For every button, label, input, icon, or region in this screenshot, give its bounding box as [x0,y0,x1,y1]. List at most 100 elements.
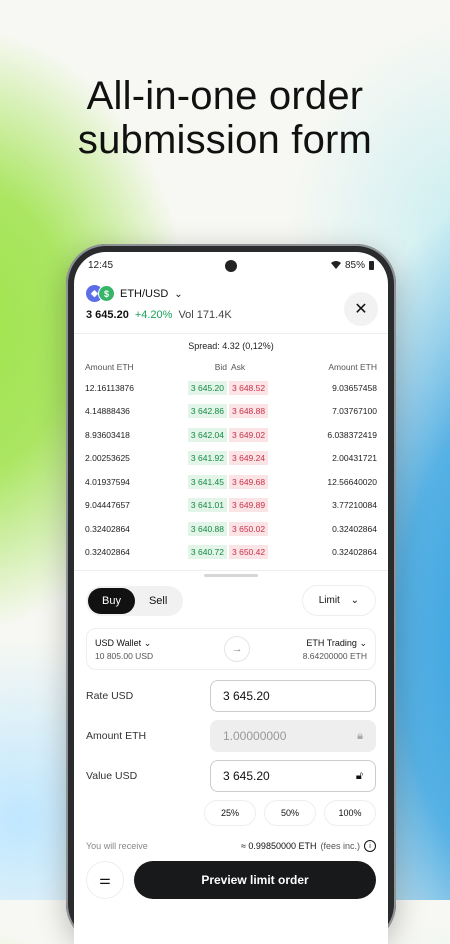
orderbook-row[interactable]: 0.32402864 3 640.88 3 650.02 0.32402864 [74,517,388,541]
amount-input[interactable]: 1.00000000 🔒︎ [210,720,376,752]
ask-price: 3 650.42 [229,545,269,560]
receive-value: ≈ 0.99850000 ETH [240,841,317,851]
rate-label: Rate USD [86,690,134,702]
bottom-actions: ⚌ Preview limit order [74,861,388,899]
order-type-label: Limit [318,595,340,606]
side-toggle: Buy Sell [86,585,184,616]
settings-button[interactable]: ⚌ [86,861,124,899]
percent-100-button[interactable]: 100% [324,800,376,826]
percent-25-button[interactable]: 25% [204,800,256,826]
bid-price: 3 641.92 [187,451,227,466]
bid-price: 3 645.20 [187,380,227,395]
phone-screen: 12:45 85% ◆ $ ETH/USD ⌄ ✕ 3 645.20 +4.20… [74,252,388,944]
phone-frame: 12:45 85% ◆ $ ETH/USD ⌄ ✕ 3 645.20 +4.20… [66,244,396,944]
bid-price: 3 642.04 [187,427,227,442]
amount-left: 4.01937594 [85,476,130,487]
amount-right: 6.038372419 [327,429,377,440]
price-row: 3 645.20 +4.20% Vol 171.4K [74,304,388,321]
ask-price: 3 649.68 [229,474,269,489]
swap-arrow-button[interactable]: → [224,636,250,662]
sell-tab[interactable]: Sell [135,588,181,614]
headline-line-2: submission form [77,118,373,162]
amount-right: 7.03767100 [332,406,377,417]
receive-fees: (fees inc.) [320,841,360,851]
from-wallet[interactable]: USD Wallet ⌄ 10 805.00 USD [95,638,153,661]
ask-price: 3 649.24 [229,451,269,466]
order-form-sheet: Buy Sell Limit ⌄ USD Wallet ⌄ 10 805.00 … [74,570,388,944]
ask-price: 3 650.02 [229,521,269,536]
amount-right: 9.03657458 [332,382,377,393]
orderbook-row[interactable]: 4.14888436 3 642.86 3 648.88 7.03767100 [74,400,388,424]
unlock-icon[interactable]: 🔓︎ [356,770,363,783]
ask-price: 3 648.52 [229,380,269,395]
headline-line-1: All-in-one order [86,74,364,118]
amount-right: 0.32402864 [332,523,377,534]
orderbook-row[interactable]: 9.04447657 3 641.01 3 649.89 3.77210084 [74,494,388,518]
header-ask: Ask [231,362,246,372]
drag-handle[interactable] [204,574,258,577]
sliders-icon: ⚌ [99,872,111,887]
amount-left: 0.32402864 [85,547,130,558]
amount-left: 4.14888436 [85,406,130,417]
chevron-down-icon: ⌄ [359,637,367,648]
battery-icon [369,260,374,270]
ask-price: 3 649.02 [229,427,269,442]
amount-value: 1.00000000 [223,729,287,743]
orderbook-row[interactable]: 8.93603418 3 642.04 3 649.02 6.038372419 [74,423,388,447]
bid-price: 3 640.88 [187,521,227,536]
bid-price: 3 641.45 [187,474,227,489]
status-time: 12:45 [88,259,114,271]
percent-buttons: 25% 50% 100% [74,800,388,826]
ask-price: 3 648.88 [229,404,269,419]
battery-percent: 85% [344,259,365,271]
from-wallet-balance: 10 805.00 USD [95,650,154,661]
camera-cutout [225,260,237,272]
order-type-select[interactable]: Limit ⌄ [301,585,376,616]
volume: Vol 171.4K [178,309,232,321]
chevron-down-icon: ⌄ [174,288,183,300]
buy-tab[interactable]: Buy [88,587,135,614]
header-amount-right: Amount ETH [328,362,377,372]
close-button[interactable]: ✕ [344,292,378,326]
orderbook-row[interactable]: 12.16113876 3 645.20 3 648.52 9.03657458 [74,376,388,400]
pair-selector[interactable]: ◆ $ ETH/USD ⌄ [74,278,388,304]
value-input[interactable]: 3 645.20 🔓︎ [210,760,376,792]
bid-price: 3 641.01 [187,498,227,513]
value-label: Value USD [86,770,138,782]
amount-right: 0.32402864 [332,547,377,558]
amount-right: 12.56640020 [327,476,377,487]
last-price: 3 645.20 [86,309,129,321]
orderbook-header: Amount ETH Bid Ask Amount ETH [74,362,388,372]
wallet-selector: USD Wallet ⌄ 10 805.00 USD → ETH Trading… [86,628,376,670]
rate-value: 3 645.20 [223,689,270,703]
amount-left: 2.00253625 [85,453,130,464]
spread: Spread: 4.32 (0,12%) [188,341,274,351]
chevron-down-icon: ⌄ [143,637,152,648]
header-bid: Bid [214,362,227,372]
amount-left: 12.16113876 [85,382,135,393]
header-amount-left: Amount ETH [85,362,134,372]
info-icon[interactable]: i [364,840,376,852]
orderbook-row[interactable]: 0.32402864 3 640.72 3 650.42 0.32402864 [74,541,388,565]
orderbook-row[interactable]: 2.00253625 3 641.92 3 649.24 2.00431721 [74,447,388,471]
amount-left: 8.93603418 [85,429,130,440]
amount-label: Amount ETH [86,730,147,742]
bid-price: 3 642.86 [187,404,227,419]
receive-label: You will receive [86,841,148,851]
percent-50-button[interactable]: 50% [264,800,316,826]
bid-price: 3 640.72 [187,545,227,560]
rate-input[interactable]: 3 645.20 [210,680,376,712]
arrow-right-icon: → [231,643,243,655]
ask-price: 3 649.89 [229,498,269,513]
to-wallet[interactable]: ETH Trading ⌄ 8.64200000 ETH [303,638,367,661]
amount-left: 0.32402864 [85,523,130,534]
orderbook-row[interactable]: 4.01937594 3 641.45 3 649.68 12.56640020 [74,470,388,494]
preview-order-button[interactable]: Preview limit order [134,861,376,899]
amount-right: 2.00431721 [332,453,377,464]
close-icon: ✕ [354,301,368,318]
divider [74,333,388,334]
receive-summary: You will receive ≈ 0.99850000 ETH (fees … [74,840,388,852]
to-wallet-name: ETH Trading [306,637,357,648]
lock-icon: 🔒︎ [357,729,363,742]
chevron-down-icon: ⌄ [350,595,359,606]
